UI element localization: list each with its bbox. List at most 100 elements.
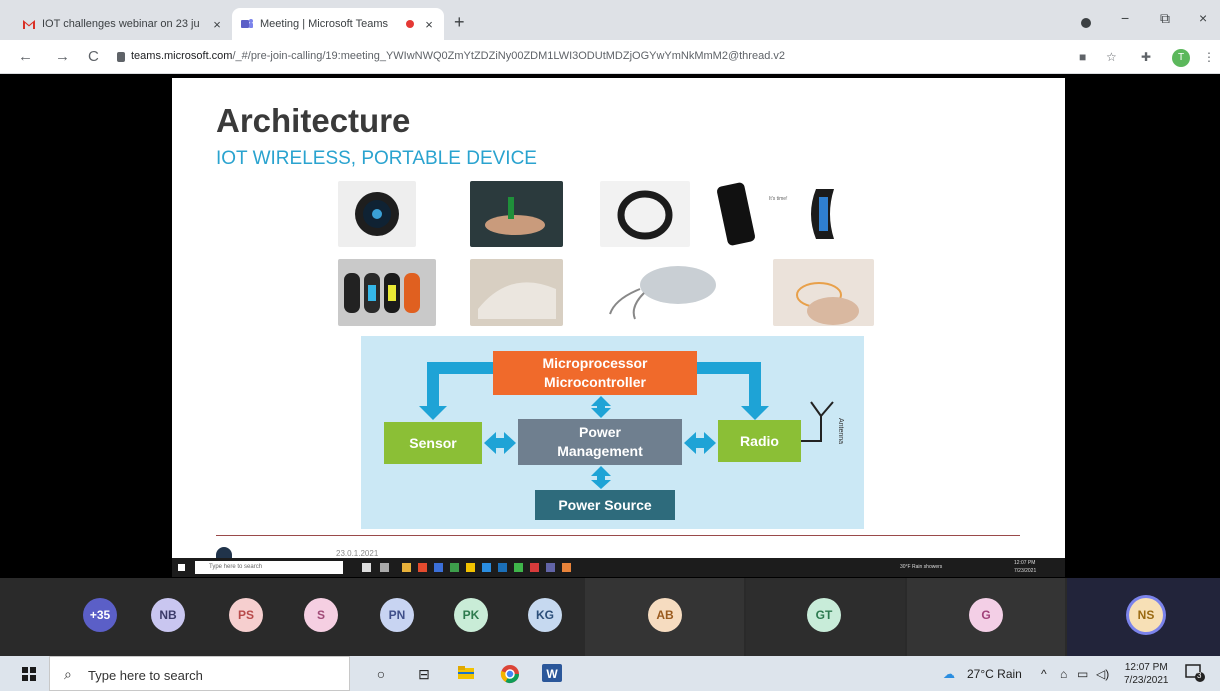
cortana-icon[interactable]: ○ [371,664,391,684]
taskbar-clock[interactable]: 12:07 PM 7/23/2021 [1124,661,1169,687]
address-bar[interactable]: teams.microsoft.com/_#/pre-join-calling/… [131,50,785,62]
weather-text[interactable]: 27°C Rain [967,667,1022,681]
url-path: /_#/pre-join-calling/19:meeting_YWIwNWQ0… [232,50,785,62]
taskbar-search-box[interactable]: ⌕ Type here to search [49,656,350,691]
shared-slide: Architecture IOT WIRELESS, PORTABLE DEVI… [172,78,1065,558]
arrow-power-source [591,466,611,489]
lock-icon[interactable] [117,52,125,62]
extensions-icon[interactable]: ✚ [1141,50,1151,64]
search-icon: ⌕ [64,666,72,682]
participant-avatar[interactable]: PN [380,598,414,632]
shared-app-icon [362,563,371,572]
profile-avatar[interactable]: T [1172,49,1190,67]
restore-button[interactable]: ⧉ [1160,10,1170,27]
notification-count: 3 [1197,671,1202,680]
sensor-block: Sensor [384,422,482,464]
participant-avatar[interactable]: NS [1129,598,1163,632]
slide-subtitle: IOT WIRELESS, PORTABLE DEVICE [216,148,537,169]
participant-avatar[interactable]: S [304,598,338,632]
arrow-mp-sensor [419,362,493,420]
handheld-sensor-image [470,181,563,247]
participant-avatar[interactable]: G [969,598,1003,632]
teams-icon [241,19,253,28]
participant-avatar[interactable]: GT [807,598,841,632]
participant-strip: +35 NB PS S PN PK KG AB GT G NS [0,578,1220,656]
minimize-button[interactable]: − [1121,10,1129,26]
back-button[interactable]: ← [18,48,33,65]
power-management-block: Power Management [518,419,682,465]
thermostat-image [338,181,416,247]
media-control-icon[interactable] [1081,18,1091,28]
network-icon[interactable]: ▭ [1077,667,1088,681]
shared-app-icon [546,563,555,572]
shared-weather: 30°F Rain showers [900,564,943,570]
tab-close-icon[interactable]: × [422,17,436,32]
camera-icon[interactable]: ■ [1079,50,1086,64]
skin-sensor-image [773,259,874,326]
antenna-label: Antenna [837,418,844,445]
windows-start-icon[interactable] [22,667,36,681]
forward-button[interactable]: → [55,48,70,65]
chrome-icon[interactable] [500,664,520,684]
shared-clock-time: 12:07 PM [1014,560,1036,566]
shared-app-icon [380,563,389,572]
slide-footer-date: 23.0.1.2021 [336,549,379,558]
fitness-bands-image [338,259,436,326]
antenna-icon [801,401,834,442]
shared-search-box: Type here to search [195,561,343,574]
shared-app-icon [450,563,459,572]
volume-icon[interactable]: ◁) [1096,667,1109,681]
notification-center-icon[interactable]: 3 [1185,664,1205,682]
participant-avatar[interactable]: PS [229,598,263,632]
menu-icon[interactable]: ⋮ [1203,50,1215,64]
clock-date: 7/23/2021 [1124,675,1169,686]
tab-title: IOT challenges webinar on 23 ju [42,18,200,30]
bookmark-star-icon[interactable]: ☆ [1106,50,1117,64]
arrow-mp-radio [697,362,769,420]
participant-avatar[interactable]: PK [454,598,488,632]
task-view-icon[interactable]: ⊟ [414,664,434,684]
recording-indicator-icon [406,20,414,28]
pacemaker-image [600,259,723,326]
arrow-sensor-power [484,432,516,454]
architecture-diagram: Microprocessor Microcontroller Sensor Pow… [361,336,864,529]
arrow-power-radio [684,432,716,454]
tab-teams[interactable]: Meeting | Microsoft Teams × [232,8,444,40]
presenter-logo-icon [216,547,232,558]
power-label: Power [578,424,621,440]
participant-avatar[interactable]: AB [648,598,682,632]
tab-gmail[interactable]: IOT challenges webinar on 23 ju × [14,8,232,40]
file-explorer-icon[interactable] [456,664,476,684]
word-icon[interactable]: W [542,664,562,684]
microcontroller-label: Microcontroller [544,374,646,390]
show-hidden-icons-icon[interactable]: ^ [1041,667,1047,681]
shared-app-icon [434,563,443,572]
shared-app-icon [482,563,491,572]
participant-avatar[interactable]: NB [151,598,185,632]
curved-smartwatch-image [802,181,867,247]
shared-app-icon [466,563,475,572]
tab-close-icon[interactable]: × [210,17,224,32]
watch-caption: It's time! [769,196,788,202]
participant-avatar[interactable]: +35 [83,598,117,632]
skin-patch-image [470,259,563,326]
microprocessor-label: Microprocessor [542,355,648,371]
shared-app-icon [562,563,571,572]
shared-start-icon [178,564,185,571]
shared-clock-date: 7/23/2021 [1014,568,1037,574]
smart-ring-image [600,181,690,247]
browser-toolbar: ← → C teams.microsoft.com/_#/pre-join-ca… [0,40,1220,74]
tab-title: Meeting | Microsoft Teams [260,18,388,30]
shared-app-icon [514,563,523,572]
meet-now-icon[interactable]: ⌂ [1060,667,1067,681]
taskbar-search-placeholder: Type here to search [88,668,203,683]
new-tab-button[interactable]: + [454,12,465,33]
gmail-icon [23,20,35,29]
screen: IOT challenges webinar on 23 ju × Meetin… [0,0,1220,691]
power-source-block: Power Source [535,490,675,520]
shared-app-icon [530,563,539,572]
weather-icon[interactable]: ☁ [943,667,955,681]
close-window-button[interactable]: × [1199,10,1207,26]
reload-button[interactable]: C [88,48,99,65]
participant-avatar[interactable]: KG [528,598,562,632]
